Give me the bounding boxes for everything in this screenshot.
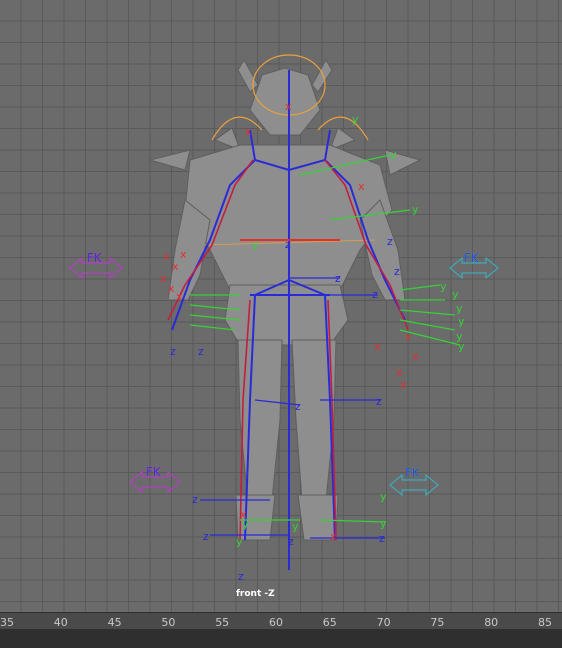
time-tick-label: 70 xyxy=(376,616,391,629)
3d-viewport[interactable]: xx xxx xxx xxx xxx xx y y y y y y y y y … xyxy=(0,0,562,612)
svg-text:x: x xyxy=(245,125,252,138)
svg-text:y: y xyxy=(292,520,299,533)
svg-text:y: y xyxy=(440,280,447,293)
time-tick-label: 80 xyxy=(484,616,499,629)
svg-text:z: z xyxy=(295,400,301,413)
svg-text:z: z xyxy=(285,238,291,251)
svg-text:z: z xyxy=(288,535,294,548)
svg-text:x: x xyxy=(405,330,412,343)
svg-text:z: z xyxy=(379,532,385,545)
time-tick-label: 60 xyxy=(269,616,283,629)
svg-text:y: y xyxy=(452,288,459,301)
svg-text:FK: FK xyxy=(87,251,103,265)
svg-text:x: x xyxy=(412,350,419,363)
svg-text:z: z xyxy=(335,272,341,285)
svg-text:x: x xyxy=(330,530,337,543)
svg-text:z: z xyxy=(198,345,204,358)
time-tick-label: 85 xyxy=(538,616,552,629)
time-tick-label: 45 xyxy=(107,616,122,629)
svg-text:z: z xyxy=(387,235,393,248)
svg-text:z: z xyxy=(376,395,382,408)
svg-text:z: z xyxy=(170,345,176,358)
svg-text:y: y xyxy=(456,302,463,315)
svg-text:z: z xyxy=(238,570,244,583)
fk-control-left-arm[interactable]: FK xyxy=(69,251,123,280)
svg-text:FK: FK xyxy=(405,466,421,480)
time-tick-label: 55 xyxy=(215,616,230,629)
svg-text:z: z xyxy=(394,265,400,278)
camera-label: front -Z xyxy=(236,589,275,599)
svg-text:x: x xyxy=(160,272,167,285)
svg-text:y: y xyxy=(252,238,259,251)
svg-text:FK: FK xyxy=(146,465,162,479)
time-slider[interactable]: 35 40 45 50 55 60 65 70 75 80 85 xyxy=(0,612,562,648)
svg-text:y: y xyxy=(380,490,387,503)
svg-text:y: y xyxy=(412,203,419,216)
time-tick-label: 65 xyxy=(322,616,337,629)
svg-text:x: x xyxy=(285,100,292,113)
svg-text:y: y xyxy=(380,517,387,530)
time-tick-label: 50 xyxy=(161,616,176,629)
time-tick-label: 35 xyxy=(0,616,14,629)
svg-text:x: x xyxy=(172,260,179,273)
svg-text:y: y xyxy=(242,518,249,531)
svg-text:z: z xyxy=(192,493,198,506)
svg-text:y: y xyxy=(458,340,465,353)
character-model[interactable] xyxy=(148,59,422,541)
svg-text:y: y xyxy=(352,113,359,126)
svg-text:x: x xyxy=(400,378,407,391)
svg-text:FK: FK xyxy=(464,251,480,265)
fk-control-right-arm[interactable]: FK xyxy=(449,251,499,280)
svg-text:x: x xyxy=(358,180,365,193)
svg-text:x: x xyxy=(176,290,183,303)
fk-control-right-leg[interactable]: FK xyxy=(389,466,439,497)
svg-text:x: x xyxy=(168,282,175,295)
time-tick-label: 75 xyxy=(430,616,445,629)
svg-text:x: x xyxy=(163,250,170,263)
svg-text:x: x xyxy=(374,340,381,353)
svg-text:x: x xyxy=(180,248,187,261)
fk-control-left-leg[interactable]: FK xyxy=(129,465,181,494)
svg-text:z: z xyxy=(372,288,378,301)
time-tick-label: 40 xyxy=(53,616,68,629)
svg-text:y: y xyxy=(458,315,465,328)
svg-text:y: y xyxy=(236,535,243,548)
svg-text:y: y xyxy=(390,148,397,161)
scene-canvas[interactable]: xx xxx xxx xxx xxx xx y y y y y y y y y … xyxy=(0,0,562,612)
time-slider-track[interactable] xyxy=(0,629,562,648)
skeleton-joints[interactable] xyxy=(171,70,406,570)
svg-text:z: z xyxy=(203,530,209,543)
